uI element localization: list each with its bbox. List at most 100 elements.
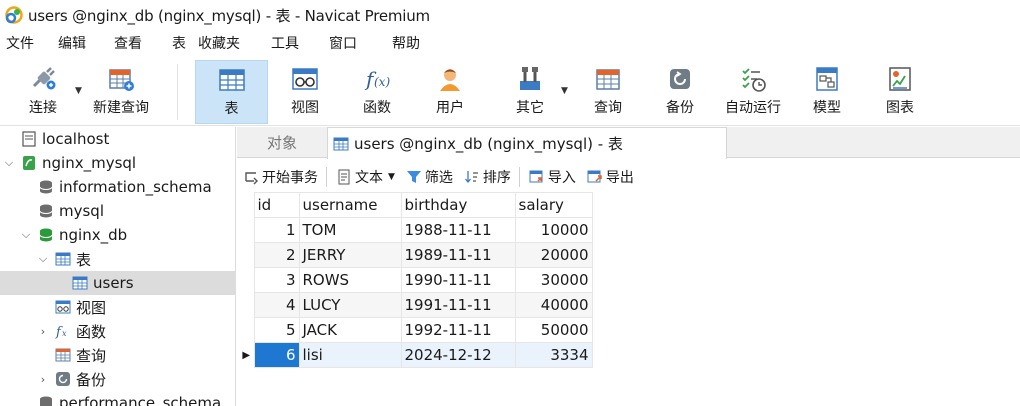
tab-objects[interactable]: 对象 — [237, 127, 327, 158]
text-button[interactable]: 文本 ▼ — [330, 164, 400, 190]
cell-salary[interactable]: 10000 — [514, 217, 593, 243]
cell-username[interactable]: LUCY — [298, 292, 402, 318]
tree-item-functions[interactable]: › fx 函数 — [0, 319, 235, 343]
view-icon — [54, 298, 72, 316]
menu-tools[interactable]: 工具 — [271, 30, 329, 58]
tab-users-table[interactable]: users @nginx_db (nginx_mysql) - 表 — [327, 127, 727, 159]
tree-item-nginx-mysql[interactable]: ⌵ nginx_mysql — [0, 151, 235, 175]
tree-item-performance-schema[interactable]: performance_schema — [0, 391, 235, 406]
menu-view[interactable]: 查看 — [114, 30, 172, 58]
table-row[interactable]: ▶ 6 lisi 2024-12-12 3334 — [239, 342, 593, 368]
toolbar-separator — [326, 167, 327, 187]
cell-salary[interactable]: 20000 — [514, 242, 593, 268]
cell-salary[interactable]: 3334 — [514, 342, 593, 368]
cell-id[interactable]: 3 — [253, 267, 300, 293]
cell-salary[interactable]: 50000 — [514, 317, 593, 343]
tree-item-queries[interactable]: 查询 — [0, 343, 235, 367]
menu-favorites[interactable]: 收藏夹 — [198, 30, 271, 58]
table-row[interactable]: 3 ROWS 1990-11-11 30000 — [239, 267, 593, 293]
table-icon — [71, 274, 89, 292]
cell-username[interactable]: ROWS — [298, 267, 402, 293]
table-row[interactable]: 5 JACK 1992-11-11 50000 — [239, 317, 593, 343]
export-button[interactable]: 导出 — [581, 164, 639, 190]
cell-birthday[interactable]: 1989-11-11 — [400, 242, 516, 268]
backup-button[interactable]: 备份 — [655, 60, 705, 124]
cell-birthday[interactable]: 2024-12-12 — [400, 342, 516, 368]
cell-id[interactable]: 6 — [253, 342, 300, 368]
chevron-down-icon[interactable]: ⌵ — [19, 228, 33, 242]
cell-username[interactable]: TOM — [298, 217, 402, 243]
other-dropdown-arrow-icon[interactable]: ▼ — [561, 86, 568, 96]
menu-file[interactable]: 文件 — [0, 30, 58, 58]
tree-item-label: localhost — [42, 130, 110, 148]
tree-item-information-schema[interactable]: information_schema — [0, 175, 235, 199]
menu-help[interactable]: 帮助 — [392, 30, 434, 58]
chevron-right-icon[interactable]: › — [36, 373, 50, 386]
chevron-down-icon[interactable]: ⌵ — [2, 156, 16, 170]
column-header-birthday[interactable]: birthday — [400, 192, 516, 218]
cell-id[interactable]: 4 — [253, 292, 300, 318]
function-button[interactable]: f (x) 函数 — [352, 60, 402, 124]
menu-edit[interactable]: 编辑 — [58, 30, 114, 58]
view-button[interactable]: 视图 — [280, 60, 330, 124]
column-header-id[interactable]: id — [253, 192, 300, 218]
auto-run-button[interactable]: 自动运行 — [722, 60, 784, 124]
filter-button[interactable]: 筛选 — [400, 164, 458, 190]
tree-item-label: mysql — [59, 202, 104, 220]
tree-item-nginx-db[interactable]: ⌵ nginx_db — [0, 223, 235, 247]
row-marker — [239, 217, 254, 243]
tree-item-views[interactable]: 视图 — [0, 295, 235, 319]
table-button[interactable]: 表 — [195, 60, 268, 124]
query-button[interactable]: 查询 — [583, 60, 633, 124]
table-row[interactable]: 4 LUCY 1991-11-11 40000 — [239, 292, 593, 318]
import-button[interactable]: 导入 — [523, 164, 581, 190]
chevron-right-icon[interactable]: › — [36, 325, 50, 338]
connect-dropdown-arrow-icon[interactable]: ▼ — [75, 86, 82, 96]
table-row[interactable]: 2 JERRY 1989-11-11 20000 — [239, 242, 593, 268]
cell-birthday[interactable]: 1990-11-11 — [400, 267, 516, 293]
cell-birthday[interactable]: 1992-11-11 — [400, 317, 516, 343]
backup-icon — [665, 60, 695, 98]
menu-bar: 文件 编辑 查看 表 收藏夹 工具 窗口 帮助 — [0, 30, 1020, 58]
model-icon — [812, 60, 842, 98]
database-icon — [37, 178, 55, 196]
query-icon — [54, 346, 72, 364]
table-row[interactable]: 1 TOM 1988-11-11 10000 — [239, 217, 593, 243]
cell-username[interactable]: JERRY — [298, 242, 402, 268]
backup-icon — [54, 370, 72, 388]
menu-window[interactable]: 窗口 — [329, 30, 392, 58]
tree-item-backups[interactable]: › 备份 — [0, 367, 235, 391]
chart-button[interactable]: 图表 — [875, 60, 925, 124]
cell-salary[interactable]: 30000 — [514, 267, 593, 293]
cell-id[interactable]: 5 — [253, 317, 300, 343]
begin-transaction-button[interactable]: 开始事务 — [237, 164, 323, 190]
cell-id[interactable]: 1 — [253, 217, 300, 243]
database-icon — [37, 394, 55, 406]
navicat-logo-icon — [3, 4, 25, 26]
menu-table[interactable]: 表 — [172, 30, 198, 58]
row-marker — [239, 267, 254, 293]
column-header-username[interactable]: username — [298, 192, 402, 218]
tree-item-label: users — [93, 274, 134, 292]
tree-item-mysql[interactable]: mysql — [0, 199, 235, 223]
tree-item-users[interactable]: users — [0, 271, 235, 295]
cell-username[interactable]: lisi — [298, 342, 402, 368]
sort-button[interactable]: 排序 — [458, 164, 516, 190]
user-button[interactable]: 用户 — [425, 60, 475, 124]
cell-salary[interactable]: 40000 — [514, 292, 593, 318]
cell-id[interactable]: 2 — [253, 242, 300, 268]
transaction-icon — [242, 168, 260, 186]
cell-birthday[interactable]: 1991-11-11 — [400, 292, 516, 318]
model-button[interactable]: 模型 — [802, 60, 852, 124]
new-query-button[interactable]: 新建查询 — [88, 60, 154, 124]
cell-username[interactable]: JACK — [298, 317, 402, 343]
table-icon — [332, 135, 350, 153]
chevron-down-icon[interactable]: ⌵ — [36, 252, 50, 266]
tree-item-tables[interactable]: ⌵ 表 — [0, 247, 235, 271]
column-header-salary[interactable]: salary — [514, 192, 593, 218]
cell-birthday[interactable]: 1988-11-11 — [400, 217, 516, 243]
chart-icon — [885, 60, 915, 98]
tree-item-localhost[interactable]: localhost — [0, 127, 235, 151]
other-button[interactable]: 其它 — [505, 60, 555, 124]
connect-button[interactable]: 连接 — [18, 60, 68, 124]
